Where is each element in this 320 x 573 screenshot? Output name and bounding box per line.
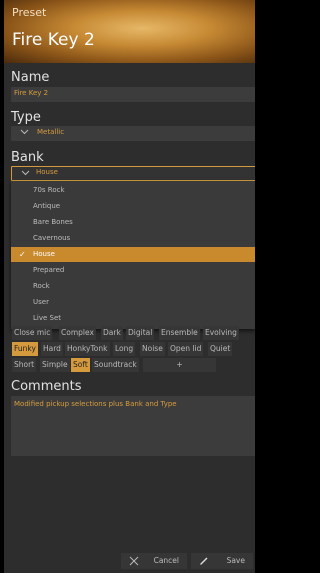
bank-dropdown-menu: 70s Rock Antique Bare Bones Cavernous ✓ … — [11, 181, 255, 329]
chevron-down-icon — [21, 168, 30, 177]
comments-value: Modified pickup selections plus Bank and… — [14, 400, 177, 408]
preset-header-label: Preset — [12, 6, 47, 19]
bank-option-selected[interactable]: ✓ House — [11, 247, 255, 262]
chevron-down-icon — [20, 127, 29, 136]
cancel-label: Cancel — [153, 556, 179, 565]
tag-button-active[interactable]: Funky — [12, 342, 38, 356]
close-icon — [129, 556, 139, 566]
name-value: Fire Key 2 — [14, 89, 49, 97]
tag-button[interactable]: Long — [113, 342, 136, 356]
bank-option[interactable]: Live Set — [11, 311, 255, 326]
tag-button[interactable]: Simple — [40, 358, 70, 372]
bank-option[interactable]: Rock — [11, 279, 255, 294]
preset-header: Preset Fire Key 2 — [4, 0, 255, 63]
type-dropdown[interactable]: Metallic — [11, 126, 255, 141]
bank-option[interactable]: User — [11, 295, 255, 310]
bank-dropdown[interactable]: House — [11, 166, 255, 181]
name-label: Name — [11, 70, 50, 85]
bank-option[interactable]: Bare Bones — [11, 215, 255, 230]
comments-label: Comments — [11, 379, 82, 394]
tag-button[interactable]: HonkyTonk — [65, 342, 110, 356]
tag-button[interactable]: Complex — [59, 326, 96, 340]
pencil-icon — [199, 556, 209, 566]
bank-option[interactable]: Antique — [11, 199, 255, 214]
type-label: Type — [11, 110, 41, 125]
bank-option-label: House — [33, 250, 55, 258]
preset-panel: Preset Fire Key 2 Name Fire Key 2 Type M… — [4, 0, 255, 573]
tag-button[interactable]: Noise — [140, 342, 165, 356]
tag-button[interactable]: Ensemble — [159, 326, 200, 340]
comments-field[interactable]: Modified pickup selections plus Bank and… — [11, 396, 255, 456]
bank-option[interactable]: Cavernous — [11, 231, 255, 246]
tag-button[interactable]: Hard — [41, 342, 63, 356]
bank-value: House — [36, 168, 58, 176]
tag-button[interactable]: Close mic — [12, 326, 53, 340]
tag-button[interactable]: Soundtrack — [92, 358, 139, 372]
tag-button[interactable]: Quiet — [208, 342, 233, 356]
cancel-button[interactable]: Cancel — [121, 553, 187, 569]
save-label: Save — [226, 556, 245, 565]
bank-option[interactable]: 70s Rock — [11, 183, 255, 198]
tag-button-active[interactable]: Soft — [71, 358, 90, 372]
tag-button[interactable]: Dark — [101, 326, 123, 340]
tag-button[interactable]: Open lid — [168, 342, 204, 356]
save-button[interactable]: Save — [191, 553, 253, 569]
add-tag-button[interactable]: + — [143, 358, 216, 372]
bank-label: Bank — [11, 150, 44, 165]
name-field[interactable]: Fire Key 2 — [11, 87, 255, 102]
bank-option[interactable]: Prepared — [11, 263, 255, 278]
preset-title: Fire Key 2 — [12, 30, 95, 50]
checkmark-icon: ✓ — [19, 250, 26, 259]
tag-button[interactable]: Short — [12, 358, 37, 372]
type-value: Metallic — [37, 128, 65, 136]
tag-button[interactable]: Digital — [126, 326, 155, 340]
tag-button[interactable]: Evolving — [203, 326, 239, 340]
